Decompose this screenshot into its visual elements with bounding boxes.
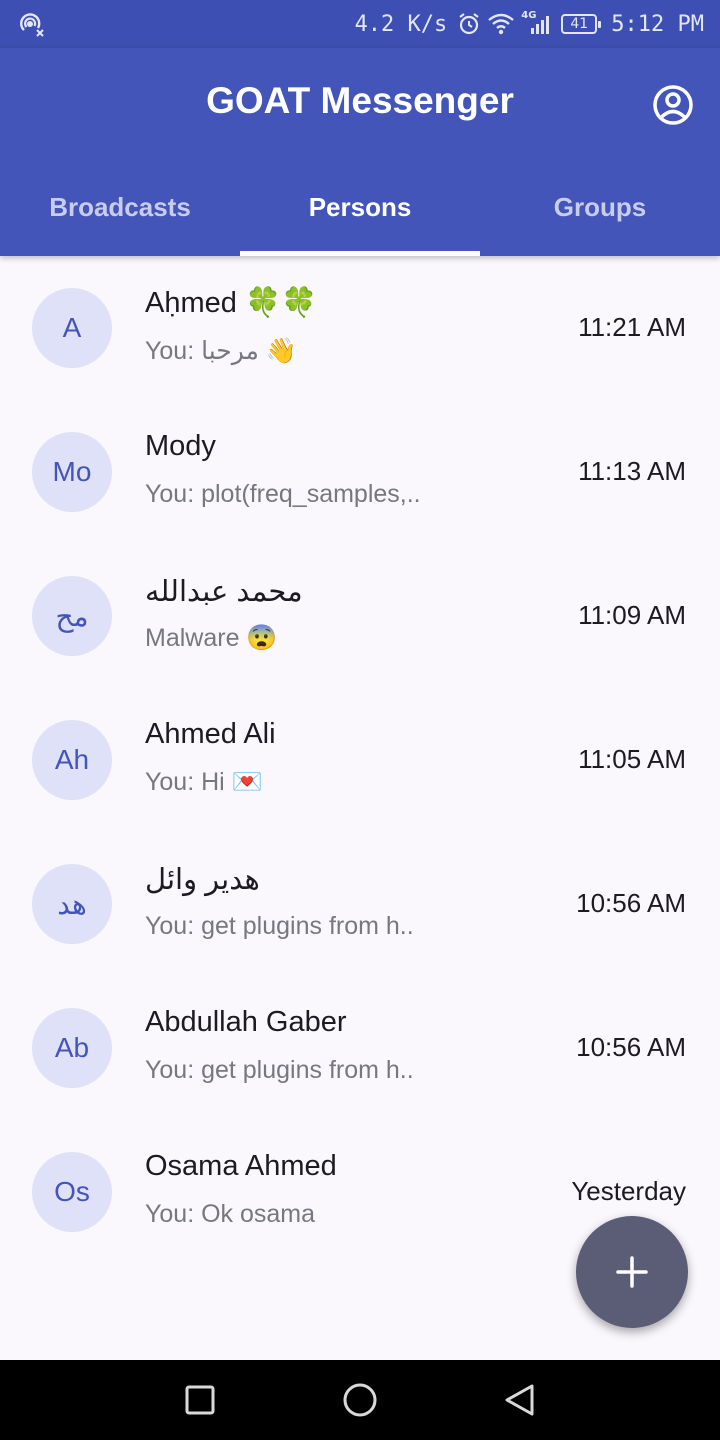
tab-persons[interactable]: Persons [240,178,480,256]
clock: 5:12 PM [611,11,704,37]
contact-name: Abdullah Gaber [145,1006,347,1038]
app-bar: GOAT Messenger Broadcasts Persons Groups [0,48,720,256]
tab-broadcasts[interactable]: Broadcasts [0,178,240,256]
conversation-row[interactable]: Ah Ahmed Ali You: Hi 💌 11:05 AM [0,688,720,832]
message-preview: You: get plugins from h.. [145,1056,414,1084]
message-time: 11:21 AM [578,312,686,342]
contact-name: Aḥmed 🍀🍀 [145,287,318,319]
battery-icon: 41 [561,14,602,34]
conversation-list[interactable]: A Aḥmed 🍀🍀 You: مرحبا 👋 11:21 AM Mo Mody… [0,256,720,1360]
contact-name: هدير وائل [145,864,260,896]
signal-icon: 4G [521,10,555,36]
conversation-row[interactable]: Ab Abdullah Gaber You: get plugins from … [0,976,720,1120]
conversation-row[interactable]: مح محمد عبدالله Malware 😨 11:09 AM [0,544,720,688]
avatar: A [32,288,112,368]
conversation-row[interactable]: Mo Mody You: plot(freq_samples,.. 11:13 … [0,400,720,544]
contact-name: Ahmed Ali [145,718,276,750]
message-time: 11:13 AM [578,456,686,486]
tab-bar: Broadcasts Persons Groups [0,178,720,256]
avatar: هد [32,864,112,944]
avatar: Mo [32,432,112,512]
system-nav-bar [0,1360,720,1440]
avatar: Os [32,1152,112,1232]
home-circle-icon[interactable] [342,1382,378,1418]
avatar: Ah [32,720,112,800]
message-preview: You: plot(freq_samples,.. [145,480,421,508]
alarm-icon [459,13,479,35]
message-time: Yesterday [571,1176,686,1206]
recents-square-icon[interactable] [182,1382,218,1418]
message-time: 10:56 AM [576,888,686,918]
status-bar: 4.2 K/s 4G 41 5:12 PM [0,0,720,48]
contact-name: Mody [145,430,216,462]
message-time: 10:56 AM [576,1032,686,1062]
hotspot-icon [20,13,44,37]
network-speed: 4.2 K/s [354,11,448,37]
app-title: GOAT Messenger [206,80,514,121]
contact-name: Osama Ahmed [145,1150,337,1182]
new-chat-button[interactable] [576,1216,688,1328]
message-preview: Malware 😨 [145,624,278,652]
message-preview: You: Hi 💌 [145,768,263,796]
contact-name: محمد عبدالله [145,576,303,608]
message-preview: You: Ok osama [145,1200,316,1228]
back-triangle-icon[interactable] [502,1382,538,1418]
message-time: 11:09 AM [578,600,686,630]
conversation-row[interactable]: هد هدير وائل You: get plugins from h.. 1… [0,832,720,976]
plus-icon [616,1256,648,1288]
account-circle-icon[interactable] [652,84,694,126]
avatar: مح [32,576,112,656]
message-preview: You: get plugins from h.. [145,912,414,940]
avatar: Ab [32,1008,112,1088]
message-time: 11:05 AM [578,744,686,774]
conversation-row[interactable]: A Aḥmed 🍀🍀 You: مرحبا 👋 11:21 AM [0,256,720,400]
message-preview: You: مرحبا 👋 [145,337,297,365]
wifi-icon [488,13,515,35]
tab-groups[interactable]: Groups [480,178,720,256]
